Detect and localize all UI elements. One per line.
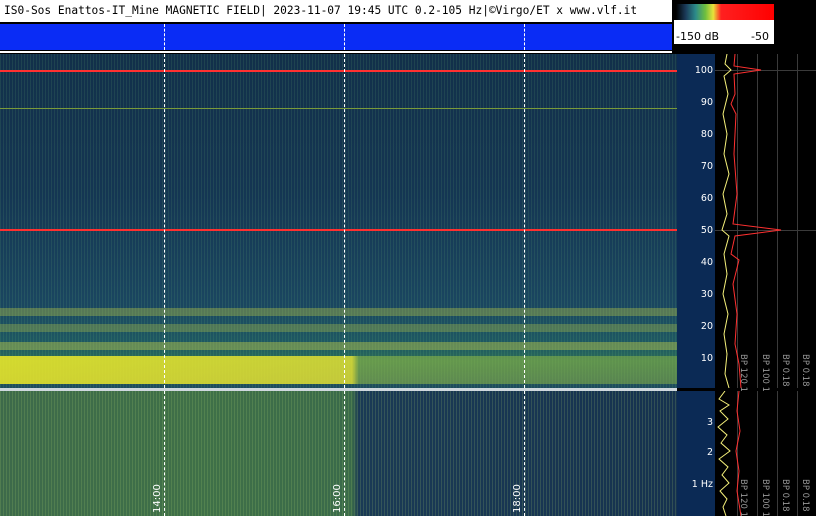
profile-label: BP 120 1 [738, 479, 748, 516]
tick-label-60: 60 [700, 193, 713, 204]
profile-label: BP 0.18 [780, 354, 790, 387]
title-bar: IS0-Sos Enattos-IT_Mine MAGNETIC FIELD| … [0, 0, 672, 23]
colorbar-min-label: -150 dB [676, 30, 719, 43]
tick-label-50: 50 [700, 225, 713, 236]
separator-line [0, 51, 672, 53]
grid-line [524, 54, 525, 388]
spectrogram-window: IS0-Sos Enattos-IT_Mine MAGNETIC FIELD| … [0, 0, 816, 516]
tick-label-100: 100 [694, 65, 713, 76]
time-label-1400: 14:00 [152, 484, 163, 513]
colorbar-max-label: -50 [751, 30, 769, 43]
tick-label-2: 2 [706, 447, 713, 458]
tick-label-10: 10 [700, 353, 713, 364]
frequency-axis-lower: 3 2 1 Hz [677, 391, 715, 516]
spectral-band [0, 308, 677, 316]
spectral-band [0, 324, 677, 332]
tick-label-1hz: 1 Hz [691, 479, 713, 490]
profile-label: BP 100 1 [760, 479, 770, 516]
profile-curve-yellow [721, 54, 732, 388]
tick-label-90: 90 [700, 97, 713, 108]
colorbar-gradient [676, 4, 774, 20]
power-profile-lower: BP 120 1 BP 100 1 BP 0.18 BP 0.18 [715, 391, 816, 516]
profile-label: BP 120 1 [738, 354, 748, 392]
grid-line [164, 24, 165, 50]
grid-line [524, 391, 525, 516]
profile-curve-yellow-lower [717, 391, 731, 516]
tick-label-80: 80 [700, 129, 713, 140]
grid-line [164, 391, 165, 516]
profile-curve-red [730, 54, 782, 388]
profile-curves [721, 54, 782, 388]
line-88hz [0, 108, 677, 109]
grid-line [524, 24, 525, 50]
tick-label-70: 70 [700, 161, 713, 172]
tick-label-3: 3 [706, 417, 713, 428]
grid-line [164, 54, 165, 388]
low-frequency-band [0, 356, 677, 384]
grid-line [344, 54, 345, 388]
tick-label-40: 40 [700, 257, 713, 268]
profile-label: BP 0.18 [780, 479, 790, 512]
time-label-1800: 18:00 [512, 484, 523, 513]
grid-line [344, 24, 345, 50]
spectrogram-upper [0, 54, 677, 388]
activity-band [0, 24, 672, 50]
grid-line [344, 391, 345, 516]
power-profile-upper: BP 120 1 BP 100 1 BP 0.18 BP 0.18 [715, 54, 816, 392]
tick-label-20: 20 [700, 321, 713, 332]
frequency-axis-upper: 100 90 80 70 60 50 40 30 20 10 [677, 54, 715, 388]
profile-label: BP 100 1 [760, 354, 770, 392]
spectrogram-lower: 14:00 16:00 18:00 [0, 391, 677, 516]
page-title: IS0-Sos Enattos-IT_Mine MAGNETIC FIELD| … [4, 4, 638, 17]
tick-label-30: 30 [700, 289, 713, 300]
profile-label: BP 0.18 [800, 354, 810, 387]
profile-label: BP 0.18 [800, 479, 810, 512]
time-label-1600: 16:00 [332, 484, 343, 513]
line-50hz [0, 229, 677, 231]
line-100hz [0, 70, 677, 72]
spectral-band [0, 342, 677, 350]
